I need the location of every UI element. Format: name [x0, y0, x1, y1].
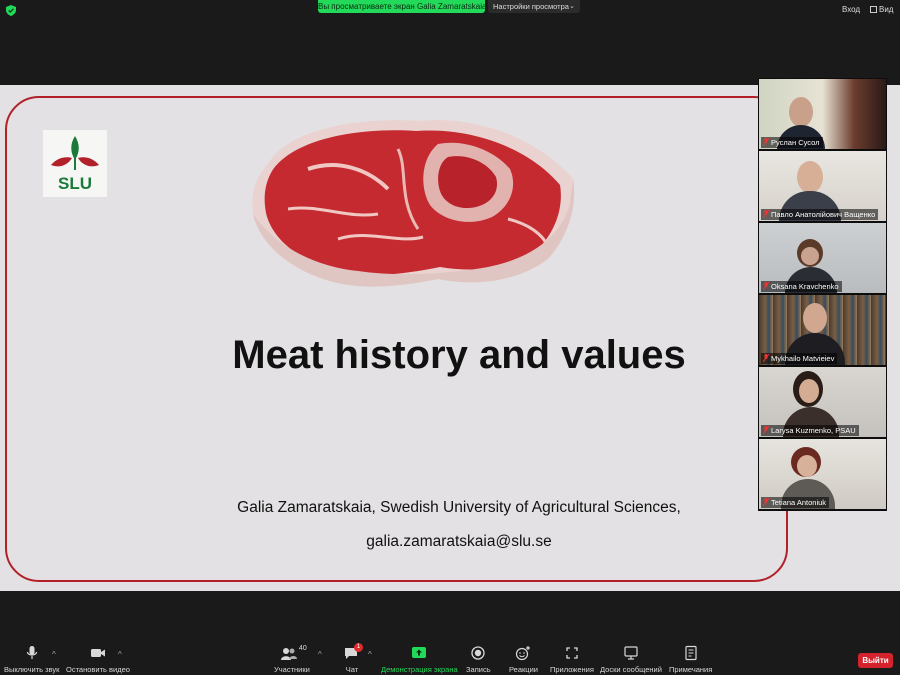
participant-name: Руслан Сусол [771, 138, 820, 147]
notes-button[interactable]: Примечания [669, 645, 712, 674]
participants-label: Участники [274, 665, 310, 674]
video-options-caret[interactable]: ^ [118, 650, 122, 659]
chat-badge: 1 [354, 643, 363, 652]
participant-tile[interactable]: Павло Анатолійович Ващенко [759, 151, 886, 221]
view-button[interactable]: Вид [870, 5, 893, 14]
mic-muted-icon [763, 282, 769, 290]
chat-button[interactable]: 1 Чат [340, 643, 364, 674]
apps-button[interactable]: Приложения [550, 645, 594, 674]
chat-label: Чат [345, 665, 359, 674]
participants-options-caret[interactable]: ^ [318, 650, 322, 659]
shield-icon[interactable] [6, 5, 16, 16]
apps-icon [566, 647, 578, 659]
grid-icon [870, 6, 877, 13]
reactions-label: Реакции [509, 665, 538, 674]
whiteboard-icon [624, 646, 638, 660]
screen-share-banner: Вы просматриваете экран Galia Zamaratska… [318, 0, 485, 13]
participant-tile[interactable]: Larysa Kuzmenko, PSAU [759, 367, 886, 437]
mic-muted-icon [763, 498, 769, 506]
reactions-button[interactable]: Реакции [509, 645, 538, 674]
mic-muted-icon [763, 138, 769, 146]
stop-video-label: Остановить видео [66, 665, 130, 674]
view-label: Вид [879, 5, 894, 14]
participant-name: Tetiana Antoniuk [771, 498, 827, 507]
share-screen-button[interactable]: Демонстрация экрана [381, 645, 458, 674]
participant-video [803, 303, 827, 333]
microphone-icon [26, 646, 37, 659]
participant-name: Larysa Kuzmenko, PSAU [771, 426, 856, 435]
participant-name: Павло Анатолійович Ващенко [771, 210, 876, 219]
participants-icon [280, 648, 297, 660]
participant-video [797, 161, 823, 193]
participant-tile[interactable]: Руслан Сусол [759, 79, 886, 149]
steak-image [252, 120, 575, 287]
slu-leaf-icon [51, 136, 99, 170]
slide-email: galia.zamaratskaia@slu.se [366, 533, 552, 550]
enter-label: Вход [842, 5, 861, 14]
participant-name: Mykhailo Matvieiev [771, 354, 835, 363]
apps-label: Приложения [550, 665, 594, 674]
whiteboards-button[interactable]: Доски сообщений [600, 645, 662, 674]
slu-logo-text: SLU [58, 174, 92, 193]
participant-video [789, 97, 813, 127]
view-options-label: Настройки просмотра [493, 2, 569, 11]
view-options-button[interactable]: Настройки просмотра ⌄ [488, 0, 580, 13]
record-button[interactable]: Запись [466, 645, 491, 674]
slu-logo: SLU [43, 130, 107, 197]
participant-tile[interactable]: Tetiana Antoniuk [759, 439, 886, 509]
chevron-down-icon: ⌄ [569, 3, 575, 10]
notes-label: Примечания [669, 665, 713, 674]
video-camera-icon [90, 649, 105, 657]
participant-strip: Руслан Сусол Павло Анатолійович Ващенко … [758, 78, 887, 511]
leave-button[interactable]: Выйти [858, 653, 893, 668]
share-screen-label: Демонстрация экрана [381, 665, 458, 674]
participant-tile[interactable]: Oksana Kravchenko [759, 223, 886, 293]
mic-muted-icon [763, 354, 769, 362]
record-label: Запись [466, 665, 491, 674]
top-bar: Вы просматриваете экран Galia Zamaratska… [0, 0, 900, 22]
participants-button[interactable]: 40 Участники [274, 645, 310, 674]
participants-count: 40 [298, 645, 307, 652]
whiteboards-label: Доски сообщений [600, 665, 662, 674]
share-screen-icon [412, 647, 427, 658]
participant-tile[interactable]: Mykhailo Matvieiev [759, 295, 886, 365]
mute-options-caret[interactable]: ^ [52, 650, 56, 659]
enter-button[interactable]: Вход [842, 5, 860, 14]
notes-icon [685, 645, 697, 661]
mic-muted-icon [763, 426, 769, 434]
mute-label: Выключить звук [4, 665, 60, 674]
mic-muted-icon [763, 210, 769, 218]
participant-name: Oksana Kravchenko [771, 282, 839, 291]
record-icon [471, 646, 485, 660]
smiley-plus-icon [516, 646, 531, 661]
chat-options-caret[interactable]: ^ [368, 650, 372, 659]
